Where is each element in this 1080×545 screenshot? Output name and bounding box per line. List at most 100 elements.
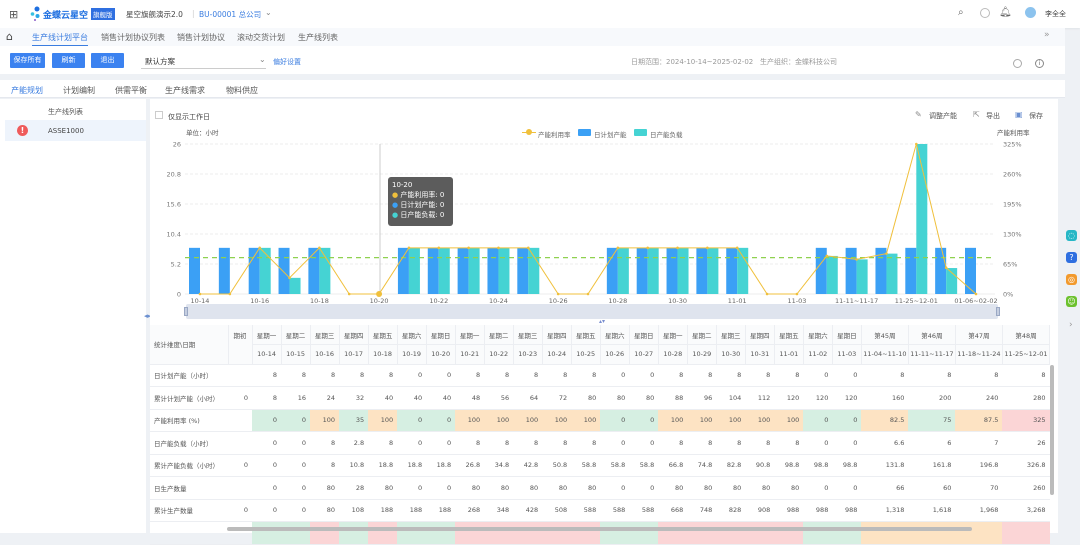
- table-cell[interactable]: 8: [368, 431, 398, 455]
- table-cell[interactable]: 8: [368, 364, 398, 387]
- table-cell[interactable]: 58.8: [629, 454, 659, 477]
- table-cell[interactable]: 8: [687, 364, 717, 387]
- table-cell[interactable]: 240: [955, 386, 1003, 410]
- table-cell[interactable]: 0: [252, 454, 282, 477]
- table-cell[interactable]: 1,318: [861, 499, 909, 522]
- table-cell[interactable]: 40: [368, 386, 398, 410]
- table-cell[interactable]: 0: [426, 364, 456, 387]
- table-cell[interactable]: 80: [368, 476, 398, 500]
- table-cell[interactable]: 32: [339, 386, 369, 410]
- table-cell[interactable]: 8: [513, 431, 543, 455]
- table-cell[interactable]: 6.6: [861, 431, 909, 455]
- table-cell[interactable]: 8: [955, 364, 1003, 387]
- table-cell[interactable]: 58.8: [600, 454, 630, 477]
- table-cell[interactable]: 98.8: [832, 454, 862, 477]
- table-cell[interactable]: 188: [368, 499, 398, 522]
- table-cell[interactable]: 0: [629, 476, 659, 500]
- table-cell[interactable]: 908: [745, 499, 775, 522]
- table-cell[interactable]: 10.8: [339, 454, 369, 477]
- table-cell[interactable]: 8: [281, 364, 311, 387]
- table-cell[interactable]: 988: [832, 499, 862, 522]
- table-cell[interactable]: 100: [687, 409, 717, 432]
- chevron-right-icon[interactable]: ›: [1069, 320, 1073, 330]
- table-cell[interactable]: 0: [426, 476, 456, 500]
- table-cell[interactable]: 100: [368, 409, 398, 432]
- table-cell[interactable]: 100: [542, 409, 572, 432]
- table-cell[interactable]: 8: [716, 431, 746, 455]
- table-cell[interactable]: 588: [571, 499, 601, 522]
- assistant-icon[interactable]: ◌: [1066, 230, 1077, 241]
- table-cell[interactable]: 8: [455, 364, 485, 387]
- table-cell[interactable]: 6: [908, 431, 956, 455]
- table-cell[interactable]: 8: [716, 364, 746, 387]
- table-cell[interactable]: 8: [908, 364, 956, 387]
- table-cell[interactable]: 161.8: [908, 454, 956, 477]
- table-cell[interactable]: 8: [571, 431, 601, 455]
- table-cell[interactable]: 80: [484, 476, 514, 500]
- table-cell[interactable]: 0: [832, 476, 862, 500]
- help-icon[interactable]: ?: [1066, 252, 1077, 263]
- table-cell[interactable]: 80: [658, 476, 688, 500]
- table-cell[interactable]: 0: [281, 476, 311, 500]
- table-cell[interactable]: 100: [658, 409, 688, 432]
- table-cell[interactable]: 80: [571, 386, 601, 410]
- table-cell[interactable]: 8: [542, 364, 572, 387]
- table-cell[interactable]: 8: [252, 386, 282, 410]
- table-cell[interactable]: 88: [658, 386, 688, 410]
- table-cell[interactable]: 80: [629, 386, 659, 410]
- table-cell[interactable]: 42.8: [513, 454, 543, 477]
- table-cell[interactable]: 80: [745, 476, 775, 500]
- table-cell[interactable]: 1,968: [955, 499, 1003, 522]
- table-cell[interactable]: 0: [281, 409, 311, 432]
- table-cell[interactable]: 0: [252, 499, 282, 522]
- table-cell[interactable]: 8: [542, 431, 572, 455]
- table-cell[interactable]: 100: [716, 409, 746, 432]
- table-cell[interactable]: 3,268: [1002, 499, 1050, 522]
- table-cell[interactable]: 8: [1002, 364, 1050, 387]
- table-cell[interactable]: 0: [803, 364, 833, 387]
- table-cell[interactable]: 8: [310, 454, 340, 477]
- table-cell[interactable]: 34.8: [484, 454, 514, 477]
- table-cell[interactable]: 8: [513, 364, 543, 387]
- table-cell[interactable]: 70: [955, 476, 1003, 500]
- table-cell[interactable]: 80: [455, 476, 485, 500]
- table-cell[interactable]: 16: [281, 386, 311, 410]
- table-cell[interactable]: 82.5: [861, 409, 909, 432]
- table-cell[interactable]: 98.8: [774, 454, 804, 477]
- feedback-icon[interactable]: ☺: [1066, 296, 1077, 307]
- table-cell[interactable]: 0: [832, 364, 862, 387]
- table-cell[interactable]: 66.8: [658, 454, 688, 477]
- table-cell[interactable]: 160: [861, 386, 909, 410]
- table-cell[interactable]: 8: [484, 431, 514, 455]
- table-cell[interactable]: 8: [339, 364, 369, 387]
- table-cell[interactable]: 66: [861, 476, 909, 500]
- table-cell[interactable]: 0: [397, 476, 427, 500]
- table-cell[interactable]: 508: [542, 499, 572, 522]
- chart-zoom-slider[interactable]: [186, 304, 998, 319]
- table-cell[interactable]: 8: [252, 364, 282, 387]
- slider-right-handle[interactable]: [996, 307, 1000, 316]
- table-cell[interactable]: 668: [658, 499, 688, 522]
- table-cell[interactable]: 104: [716, 386, 746, 410]
- table-cell[interactable]: 90.8: [745, 454, 775, 477]
- table-cell[interactable]: 588: [600, 499, 630, 522]
- table-cell[interactable]: 64: [513, 386, 543, 410]
- table-cell[interactable]: 40: [426, 386, 456, 410]
- table-cell[interactable]: 40: [397, 386, 427, 410]
- table-cell[interactable]: 80: [542, 476, 572, 500]
- table-cell[interactable]: 80: [600, 386, 630, 410]
- splitter-handle-icon[interactable]: ▴▾: [599, 318, 605, 325]
- table-cell[interactable]: 0: [803, 409, 833, 432]
- table-cell[interactable]: 8: [687, 431, 717, 455]
- table-cell[interactable]: 326.8: [1002, 454, 1050, 477]
- table-cell[interactable]: 0: [281, 499, 311, 522]
- table-cell[interactable]: 18.8: [368, 454, 398, 477]
- table-cell[interactable]: 748: [687, 499, 717, 522]
- table-cell[interactable]: 260: [1002, 476, 1050, 500]
- table-cell[interactable]: 8: [861, 364, 909, 387]
- table-cell[interactable]: 0: [600, 364, 630, 387]
- table-cell[interactable]: 120: [774, 386, 804, 410]
- table-cell[interactable]: 988: [803, 499, 833, 522]
- table-cell[interactable]: 188: [426, 499, 456, 522]
- table-cell[interactable]: 988: [774, 499, 804, 522]
